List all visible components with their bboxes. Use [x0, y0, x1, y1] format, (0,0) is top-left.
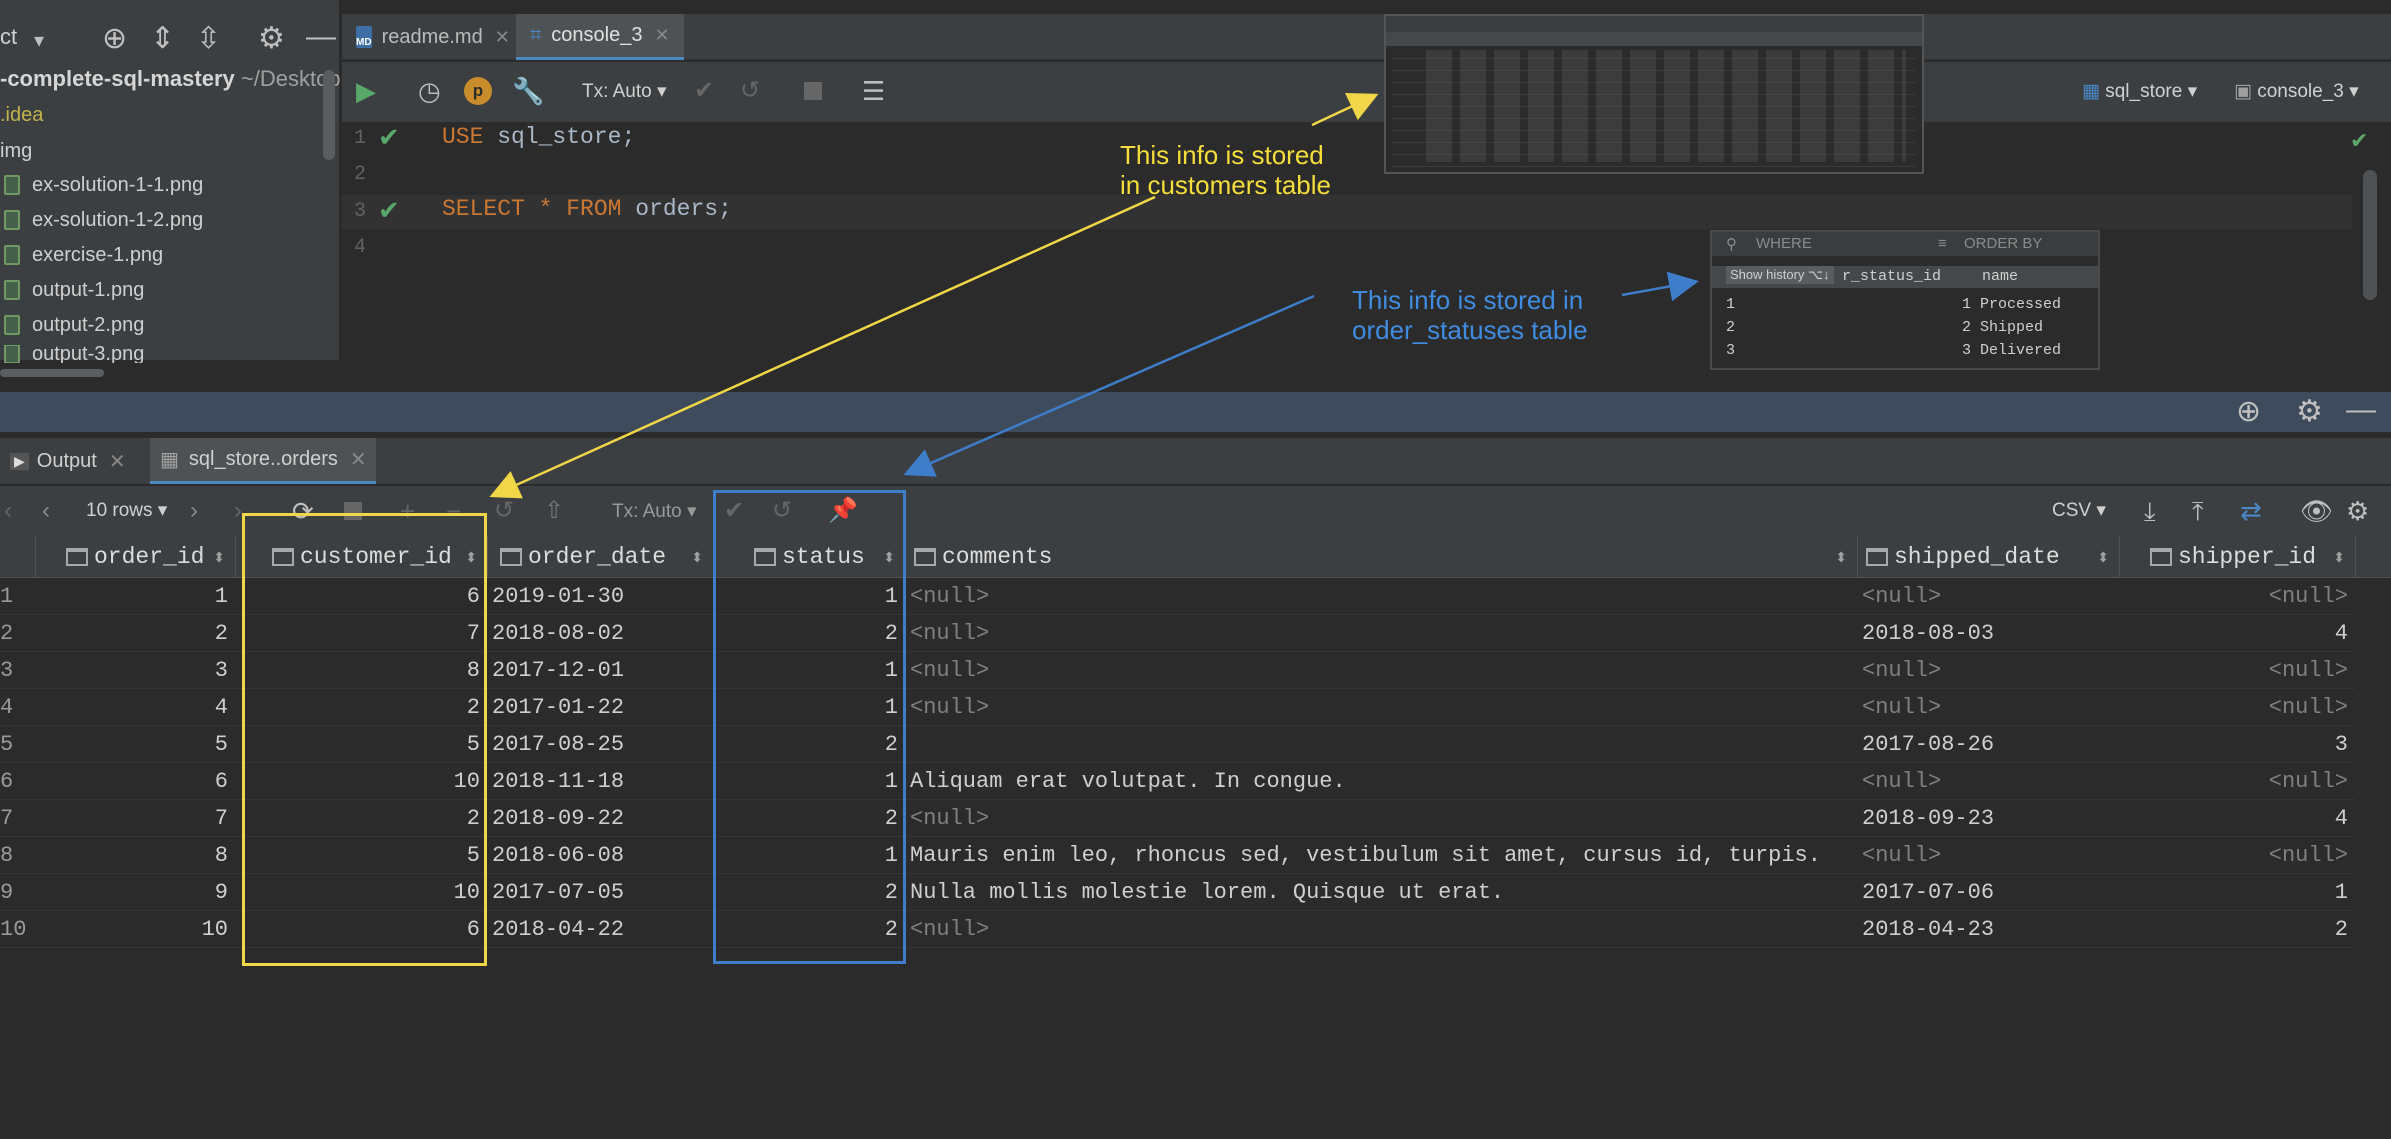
annotation-arrows — [489, 93, 1699, 499]
arrow-to-customer-id — [489, 195, 1156, 499]
arrow-to-customers-thumbnail — [1311, 93, 1379, 127]
arrow-to-status — [903, 294, 1315, 477]
arrow-to-statuses-popup — [1621, 271, 1699, 302]
